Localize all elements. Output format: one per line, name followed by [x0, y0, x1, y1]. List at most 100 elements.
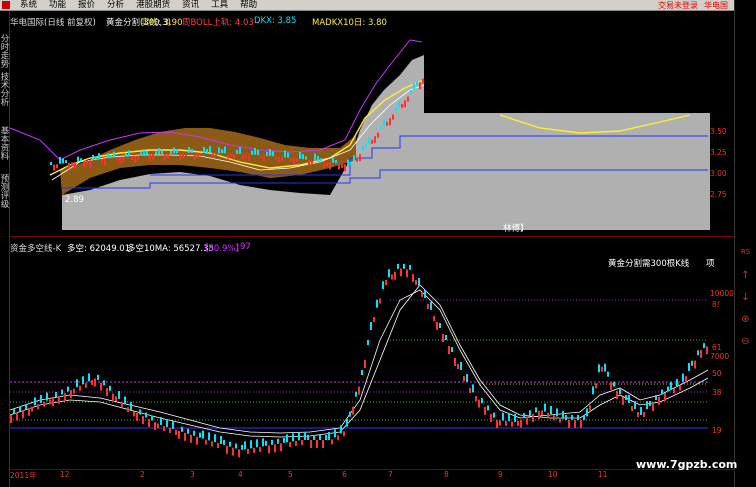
candle	[619, 389, 621, 394]
candle	[598, 364, 600, 373]
candle	[280, 443, 282, 452]
candle	[424, 290, 426, 298]
candle	[433, 316, 435, 321]
candle	[466, 374, 468, 382]
candle	[511, 421, 513, 427]
time-month: 10	[548, 470, 558, 479]
candle	[151, 415, 153, 421]
candle	[262, 438, 264, 447]
candle	[694, 360, 696, 369]
candle	[91, 379, 93, 385]
zoom-out-icon[interactable]: ⊖	[736, 336, 755, 347]
candle	[409, 264, 411, 270]
arrow-down-icon[interactable]: ↓	[736, 292, 755, 303]
arrow-up-icon[interactable]: ↑	[736, 270, 755, 281]
candle	[373, 316, 375, 322]
candle	[475, 396, 477, 401]
candle	[346, 418, 348, 427]
candle	[250, 440, 252, 449]
candle	[442, 334, 444, 342]
candle	[355, 391, 357, 397]
candle	[67, 386, 69, 392]
candle	[97, 374, 99, 380]
time-month: 12	[60, 470, 70, 479]
candle	[40, 395, 42, 403]
candle	[553, 415, 555, 421]
time-year: 2011年	[10, 471, 37, 480]
candle	[226, 445, 228, 454]
candle	[616, 391, 618, 399]
candle	[415, 280, 417, 285]
candle	[64, 393, 66, 402]
time-month: 3	[190, 470, 195, 479]
candle	[688, 363, 690, 371]
lower-right-mark: 50	[712, 369, 722, 378]
candle	[283, 437, 285, 443]
candle	[28, 407, 30, 416]
candle	[562, 410, 564, 419]
candle	[199, 432, 201, 438]
candle	[322, 440, 324, 448]
candle	[148, 419, 150, 427]
candle	[676, 379, 678, 387]
candle	[217, 443, 219, 449]
candle	[274, 444, 276, 453]
candle	[109, 385, 111, 391]
candle	[391, 274, 393, 280]
candle	[448, 346, 450, 354]
candle	[298, 432, 300, 441]
candle	[388, 269, 390, 278]
candle	[541, 410, 543, 416]
candle	[169, 427, 171, 433]
time-month: 7	[388, 470, 393, 479]
candle	[547, 412, 549, 418]
candle	[421, 292, 423, 297]
candle	[340, 425, 342, 434]
candle	[454, 358, 456, 366]
candle	[544, 403, 546, 412]
candle	[319, 435, 321, 440]
candle	[352, 406, 354, 415]
candle	[190, 434, 192, 443]
candle	[658, 397, 660, 405]
candle	[637, 412, 639, 417]
candle	[370, 322, 372, 330]
candle	[157, 423, 159, 429]
candle	[595, 383, 597, 389]
candle	[526, 416, 528, 425]
candle	[334, 429, 336, 438]
candle	[253, 447, 255, 453]
candle	[43, 401, 45, 407]
candle	[295, 440, 297, 446]
candle	[628, 395, 630, 403]
candle	[532, 413, 534, 422]
candle	[490, 414, 492, 422]
rs-button[interactable]: RS	[736, 248, 755, 256]
time-month: 11	[598, 470, 608, 479]
candle	[79, 385, 81, 391]
candle	[496, 420, 498, 429]
candle	[73, 388, 75, 394]
candle	[685, 376, 687, 382]
candle	[268, 445, 270, 454]
candle	[238, 449, 240, 458]
candle	[367, 340, 369, 345]
candle	[136, 413, 138, 421]
candle	[406, 269, 408, 278]
candle	[196, 436, 198, 445]
candle	[580, 420, 582, 428]
zoom-in-icon[interactable]: ⊕	[736, 314, 755, 325]
candle	[577, 415, 579, 420]
candle	[88, 373, 90, 382]
candle	[160, 417, 162, 425]
time-month: 2	[140, 470, 145, 479]
candle	[52, 398, 54, 407]
candle	[133, 411, 135, 417]
watermark: www.7gpzb.com	[636, 458, 738, 471]
candle	[607, 371, 609, 377]
candle	[19, 406, 21, 412]
candle	[22, 410, 24, 419]
candle	[70, 390, 72, 399]
candle	[112, 393, 114, 402]
candle	[154, 422, 156, 430]
